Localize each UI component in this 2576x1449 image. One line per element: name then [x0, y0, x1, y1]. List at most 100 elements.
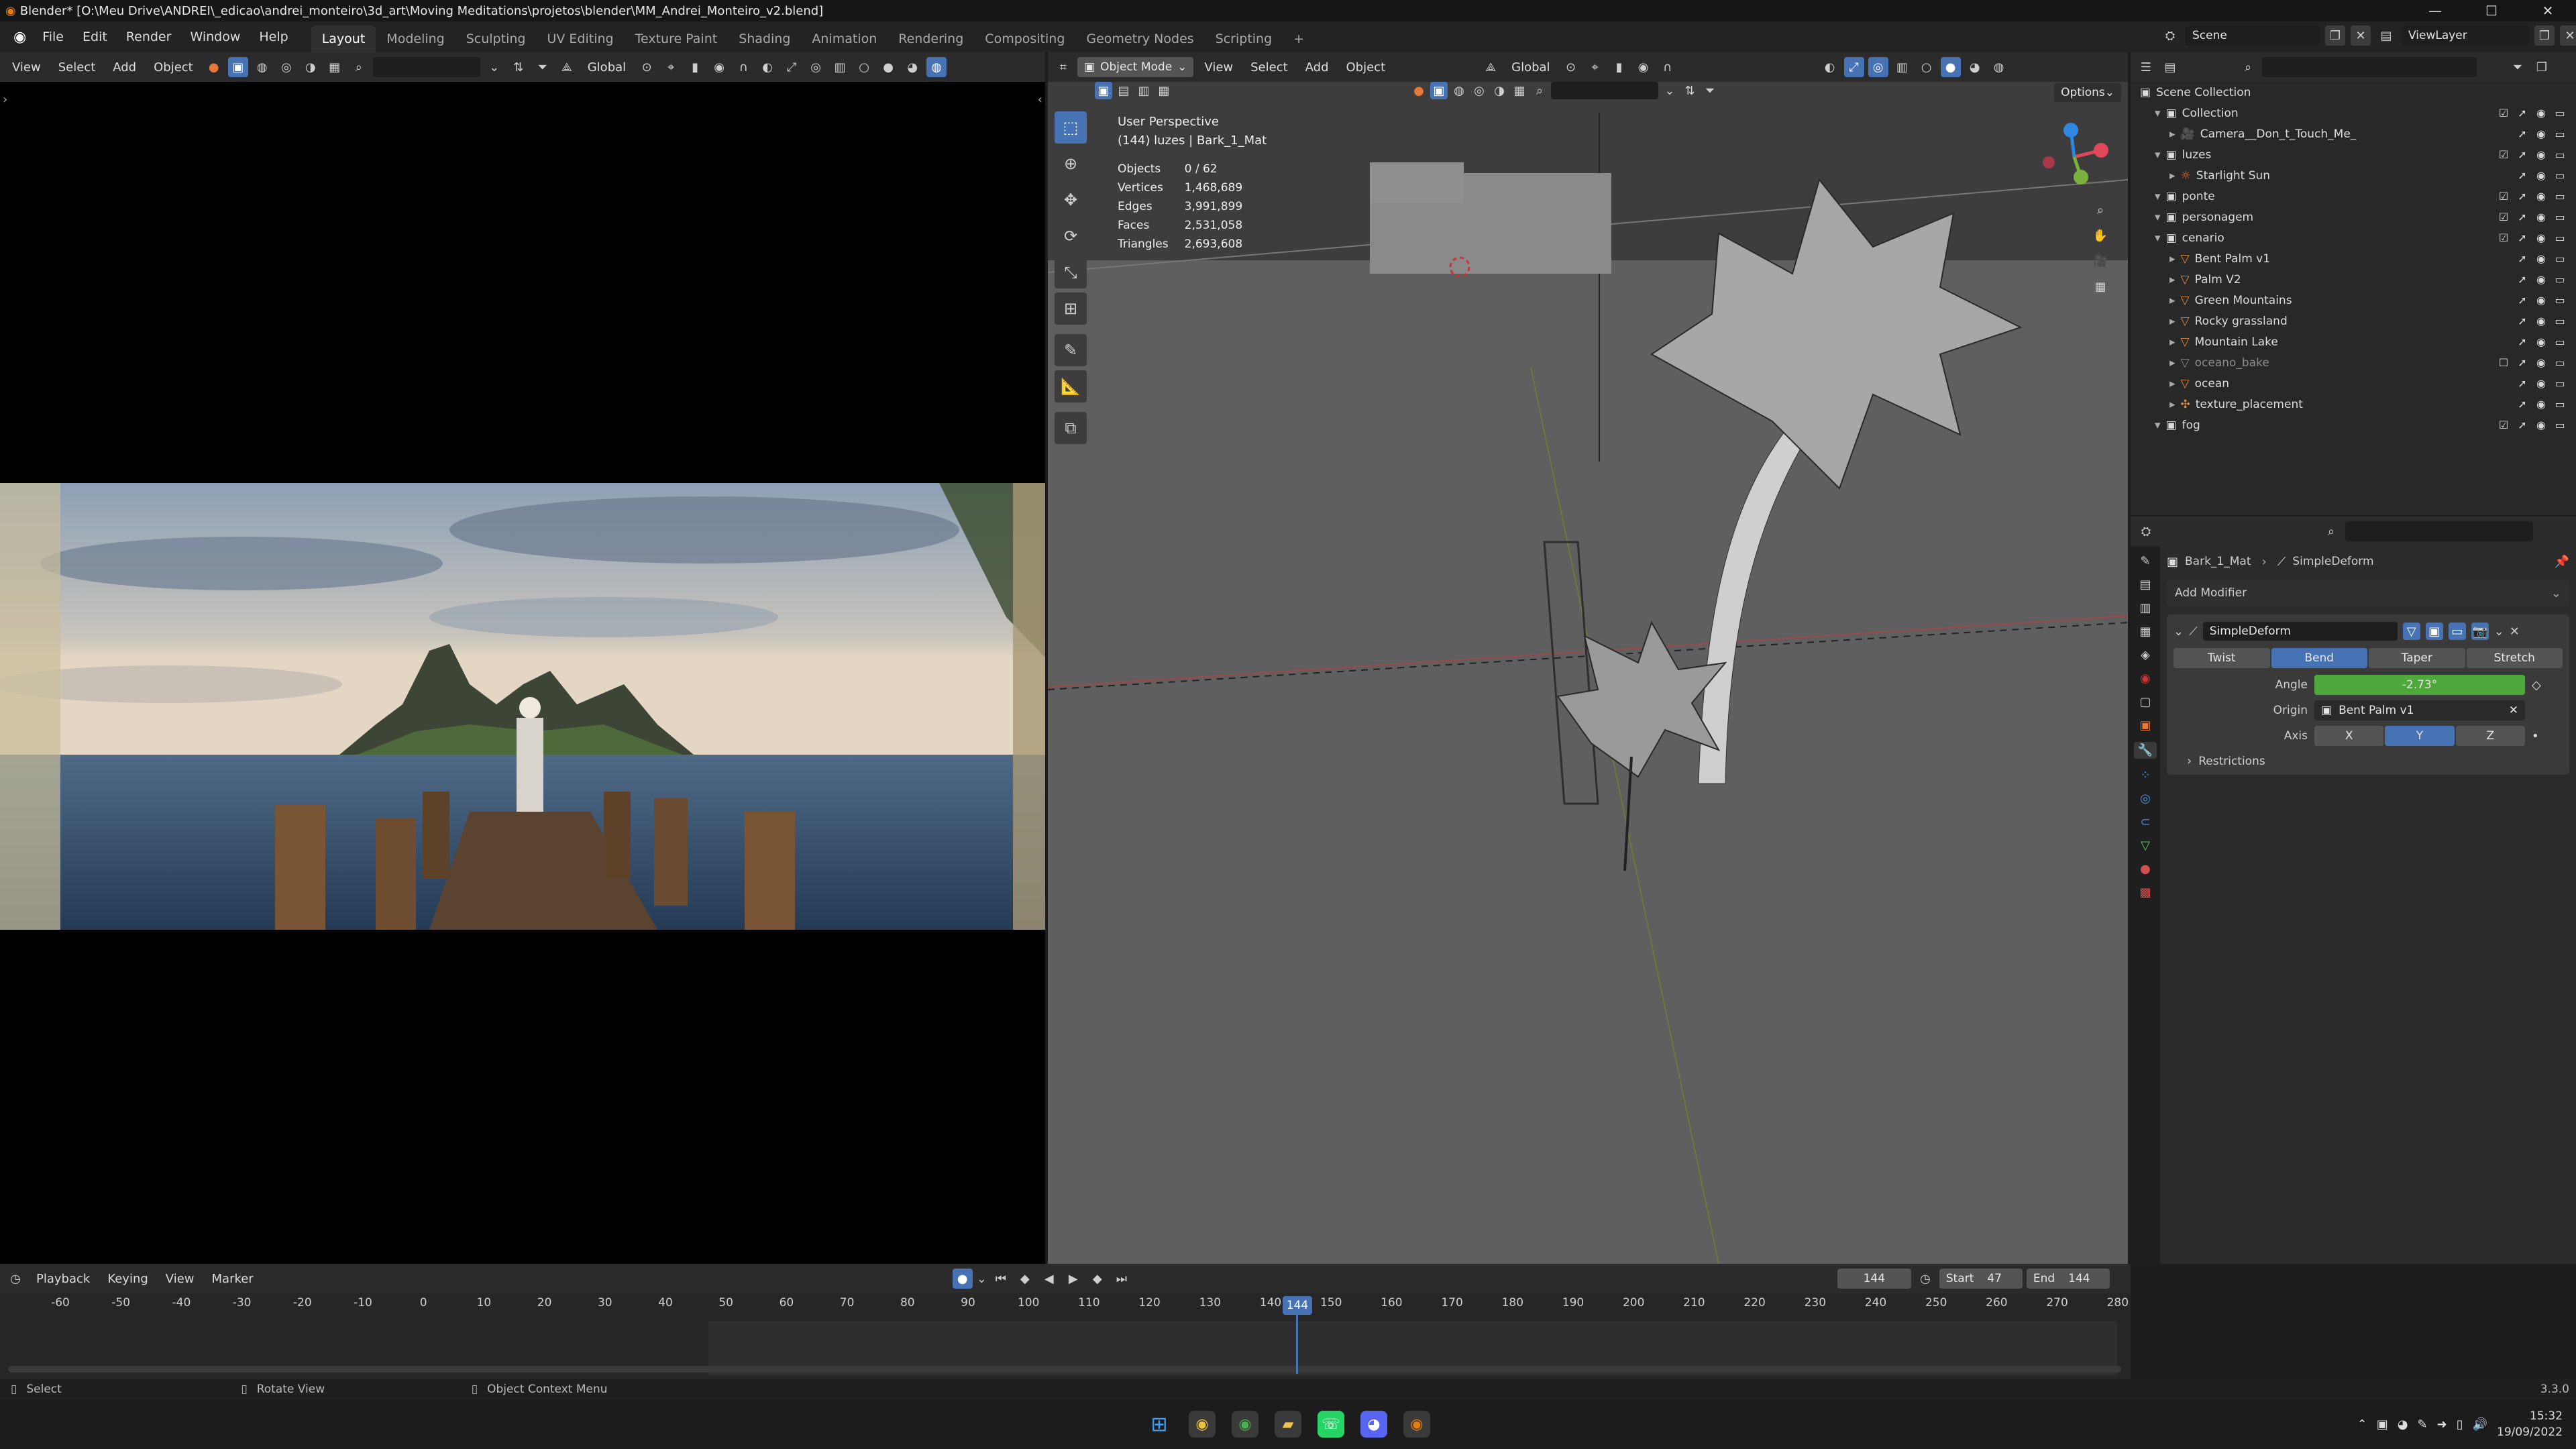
timeline-menu-view[interactable]: View [159, 1272, 201, 1286]
axis-z-button[interactable]: Z [2455, 726, 2525, 746]
outliner-search-input[interactable] [2262, 57, 2477, 77]
expand-arrow-icon[interactable]: ▾ [2155, 148, 2161, 162]
render-tab-icon[interactable]: ▤ [2139, 578, 2151, 592]
select-arrow-icon[interactable]: ➚ [2516, 273, 2529, 286]
tab-layout[interactable]: Layout [311, 25, 376, 52]
scene-selector[interactable]: Scene [2186, 25, 2320, 46]
close-button[interactable]: ✕ [2520, 0, 2576, 21]
axis-x-button[interactable]: X [2314, 726, 2384, 746]
move-tool-icon[interactable]: ✥ [1055, 184, 1087, 216]
particles-tab-icon[interactable]: ⁘ [2140, 768, 2150, 782]
select-box-icon[interactable]: ▣ [1430, 82, 1448, 99]
properties-search-input[interactable] [2345, 521, 2533, 541]
checkbox-icon[interactable] [2497, 377, 2510, 390]
tab-scripting[interactable]: Scripting [1205, 25, 1283, 52]
shading-rendered-icon[interactable]: ◍ [1989, 57, 2009, 77]
mode-stretch-button[interactable]: Stretch [2466, 648, 2563, 668]
paint-mode-icon[interactable]: ▦ [325, 57, 345, 77]
zoom-icon[interactable]: ⌕ [2090, 200, 2110, 220]
transform-tool-icon[interactable]: ⊞ [1055, 292, 1087, 325]
outliner-row[interactable]: ▸ ▽ Rocky grassland ➚ ◉ ▭ [2131, 311, 2576, 331]
eye-icon[interactable]: ◉ [2534, 231, 2548, 244]
select-arrow-icon[interactable]: ➚ [2516, 211, 2529, 223]
mode-twist-button[interactable]: Twist [2174, 648, 2270, 668]
checkbox-icon[interactable]: ☑ [2497, 107, 2510, 119]
sidebar-toggle-arrow-right[interactable]: ‹ [1038, 93, 1042, 107]
constraints-tab-icon[interactable]: ⊂ [2140, 815, 2150, 829]
outliner-row[interactable]: ▾ ▣ ponte ☑ ➚ ◉ ▭ [2131, 186, 2576, 207]
visibility-icon[interactable]: ◐ [1820, 57, 1840, 77]
tab-texture-paint[interactable]: Texture Paint [625, 25, 729, 52]
shading-solid-icon[interactable]: ● [1940, 57, 1961, 77]
xray-icon[interactable]: ▥ [830, 57, 850, 77]
view-options-icon[interactable]: ⇅ [508, 57, 529, 77]
timeline-scrollbar[interactable] [8, 1366, 2121, 1373]
view-layer-tab-icon[interactable]: ▦ [2139, 625, 2151, 639]
outliner-row[interactable]: ▸ ▽ ocean ➚ ◉ ▭ [2131, 373, 2576, 394]
tab-animation[interactable]: Animation [801, 25, 888, 52]
render-toggle-icon[interactable]: 📷 [2471, 623, 2489, 640]
select-tool-icon[interactable]: ⬚ [1055, 111, 1087, 144]
camera-render-icon[interactable]: ▭ [2553, 377, 2567, 390]
file-explorer-icon[interactable]: ▰ [1275, 1411, 1301, 1438]
keyframe-dot-icon[interactable]: • [2532, 729, 2539, 743]
expand-arrow-icon[interactable]: ▸ [2169, 294, 2176, 307]
checkbox-icon[interactable] [2497, 127, 2510, 140]
viewport-menu-select[interactable]: Select [1244, 60, 1295, 74]
scene-tab-icon[interactable]: ◈ [2141, 648, 2150, 662]
camera-render-icon[interactable]: ▭ [2553, 252, 2567, 265]
shading-material-icon[interactable]: ◕ [902, 57, 922, 77]
camera-render-icon[interactable]: ▭ [2553, 169, 2567, 182]
viewport-search-input[interactable] [1551, 82, 1658, 99]
camera-render-icon[interactable]: ▭ [2553, 398, 2567, 411]
pin-icon[interactable]: 📌 [2555, 555, 2569, 569]
editor-type-icon[interactable]: ☰ [2136, 57, 2156, 77]
select-arrow-icon[interactable]: ➚ [2516, 419, 2529, 431]
jump-end-icon[interactable]: ⏭ [1112, 1269, 1132, 1289]
chevron-down-icon[interactable]: ⌄ [977, 1272, 987, 1286]
camera-render-icon[interactable]: ▭ [2553, 107, 2567, 119]
eye-icon[interactable]: ◉ [2534, 356, 2548, 369]
object-mode-icon[interactable]: ◍ [252, 57, 272, 77]
menu-render[interactable]: Render [117, 21, 181, 52]
chevron-down-icon[interactable]: ⌄ [1661, 82, 1678, 99]
outliner-row[interactable]: ▾ ▣ fog ☑ ➚ ◉ ▭ [2131, 415, 2576, 435]
expand-arrow-icon[interactable]: ▾ [2155, 211, 2161, 224]
eye-icon[interactable]: ◉ [2534, 211, 2548, 223]
eye-icon[interactable]: ◉ [2534, 294, 2548, 307]
tab-geometry-nodes[interactable]: Geometry Nodes [1075, 25, 1204, 52]
edit-mode-toggle-icon[interactable]: ▽ [2402, 623, 2420, 640]
output-tab-icon[interactable]: ▥ [2139, 601, 2151, 615]
clock[interactable]: 15:32 19/09/2022 [2497, 1408, 2563, 1440]
eye-icon[interactable]: ◉ [2534, 127, 2548, 140]
tray-volume-icon[interactable]: 🔊 [2473, 1417, 2487, 1432]
chevron-down-icon[interactable]: ⌄ [2494, 625, 2504, 639]
select-box-icon[interactable]: ▣ [227, 57, 248, 77]
select-mode-subtract-icon[interactable]: ▥ [1135, 82, 1152, 99]
camera-render-icon[interactable]: ▭ [2553, 294, 2567, 307]
expand-arrow-icon[interactable]: ▸ [2169, 273, 2176, 286]
menu-edit[interactable]: Edit [73, 21, 117, 52]
gizmo-z-icon[interactable] [2063, 123, 2078, 138]
select-arrow-icon[interactable]: ➚ [2516, 148, 2529, 161]
checkbox-icon[interactable]: ☑ [2497, 148, 2510, 161]
camera-render-icon[interactable]: ▭ [2553, 231, 2567, 244]
modifier-tab-icon[interactable]: 🔧 [2133, 742, 2157, 759]
select-mode-invert-icon[interactable]: ▦ [1155, 82, 1173, 99]
shading-wire-icon[interactable]: ○ [854, 57, 874, 77]
tab-shading[interactable]: Shading [728, 25, 801, 52]
snap-icon[interactable]: ⌖ [661, 57, 681, 77]
blender-taskbar-icon[interactable]: ◉ [1403, 1411, 1430, 1438]
blender-menu-icon[interactable]: ◉ [7, 29, 33, 46]
eye-icon[interactable]: ◉ [2534, 273, 2548, 286]
outliner-row[interactable]: ▸ ▽ oceano_bake ☐ ➚ ◉ ▭ [2131, 352, 2576, 373]
camera-render-icon[interactable]: ▭ [2553, 190, 2567, 203]
left-menu-view[interactable]: View [5, 60, 48, 74]
timeline-menu-keying[interactable]: Keying [101, 1272, 154, 1286]
add-cube-tool-icon[interactable]: ⧉ [1055, 412, 1087, 444]
select-mode-new-icon[interactable]: ▣ [1095, 82, 1112, 99]
viewport-toggle-icon[interactable]: ▭ [2448, 623, 2466, 640]
expand-arrow-icon[interactable]: ▸ [2169, 356, 2176, 370]
viewport-orientation-global[interactable]: Global [1505, 60, 1556, 74]
outliner-root-row[interactable]: ▣ Scene Collection [2131, 82, 2576, 103]
